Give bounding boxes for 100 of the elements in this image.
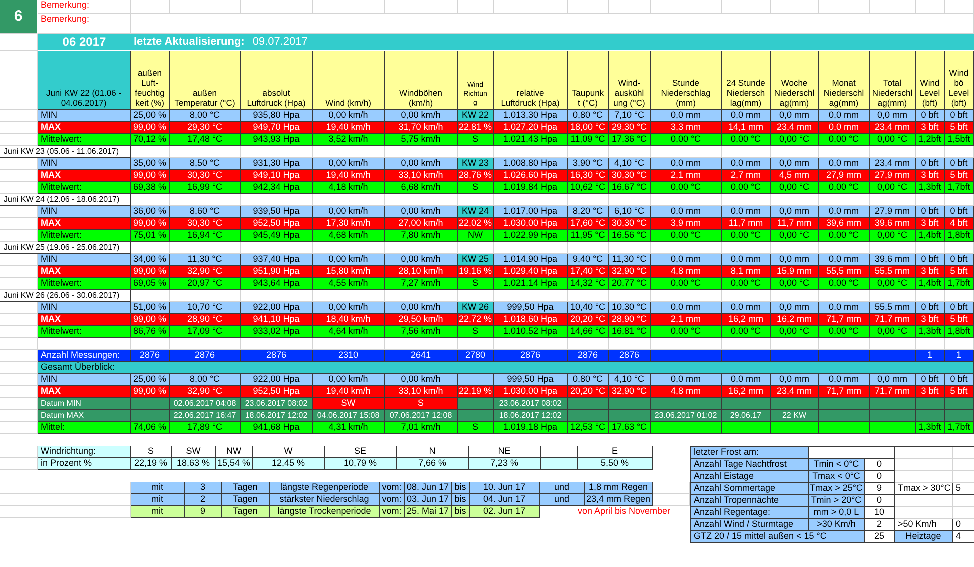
- row-label: MAX: [38, 266, 131, 278]
- table-cell: 18,63 %: [172, 458, 216, 470]
- empty-cell: [895, 495, 953, 507]
- table-cell: 9: [185, 506, 222, 518]
- table-cell: 0,00 °C: [819, 134, 870, 146]
- table-cell: [771, 350, 819, 362]
- table-cell: 5 bft: [945, 170, 974, 182]
- table-cell: 10,70 °C: [170, 302, 241, 314]
- table-cell: 1,8bft: [945, 326, 974, 338]
- table-cell: 952,50 Hpa: [241, 218, 313, 230]
- table-cell: 10. Jun 17: [470, 482, 540, 494]
- table-cell: [819, 350, 870, 362]
- table-cell: 0,80 °C: [568, 374, 609, 386]
- table-cell: [870, 350, 916, 362]
- table-cell: 933,02 Hpa: [241, 326, 313, 338]
- table-cell: Tagen: [222, 494, 270, 506]
- row-label: in Prozent %: [38, 458, 131, 470]
- table-cell: 0 bft: [916, 254, 945, 266]
- table-cell: 1,7bft: [945, 278, 974, 290]
- table-cell: 5: [953, 483, 974, 495]
- table-cell: 32,90 °C: [170, 386, 241, 398]
- table-cell: 1.017,00 Hpa: [494, 206, 568, 218]
- table-cell: 9: [865, 483, 895, 495]
- table-cell: 23,4 mm: [771, 386, 819, 398]
- table-cell: 0,00 °C: [651, 230, 722, 242]
- row-label: letzter Frost am:: [691, 447, 809, 459]
- table-cell: 16,81 °C: [609, 326, 651, 338]
- table-cell: 30,30 °C: [609, 218, 651, 230]
- table-cell: KW 23: [458, 158, 494, 170]
- table-cell: 0 bft: [945, 302, 974, 314]
- table-cell: KW 24: [458, 206, 494, 218]
- table-cell: 0,00 °C: [651, 182, 722, 194]
- column-header: Wind bö Level (bft): [945, 51, 974, 110]
- table-cell: 17,60 °C: [568, 218, 609, 230]
- table-cell: 0,00 °C: [722, 278, 771, 290]
- table-cell: 0,0 mm: [771, 206, 819, 218]
- table-cell: 5 bft: [945, 122, 974, 134]
- table-cell: 2876: [170, 350, 241, 362]
- table-cell: 1,4bft: [916, 230, 945, 242]
- row-label: GTZ 20 / 15 mittel außen < 15 °C: [691, 531, 865, 543]
- table-cell: 2: [185, 494, 222, 506]
- table-cell: 15,54 %: [216, 458, 253, 470]
- table-cell: 1.019,84 Hpa: [494, 182, 568, 194]
- table-cell: 949,70 Hpa: [241, 122, 313, 134]
- table-cell: 4,68 km/h: [313, 230, 385, 242]
- table-cell: S: [458, 278, 494, 290]
- table-cell: 28,10 km/h: [385, 266, 458, 278]
- table-cell: 2: [865, 519, 895, 531]
- table-cell: 0,00 °C: [819, 230, 870, 242]
- table-cell: 0 bft: [916, 206, 945, 218]
- table-cell: 2,1 mm: [651, 170, 722, 182]
- table-cell: 22,19 %: [131, 458, 172, 470]
- table-cell: 922,00 Hpa: [241, 374, 313, 386]
- table-cell: 32,90 °C: [170, 266, 241, 278]
- table-cell: 1,3bft: [916, 422, 945, 434]
- table-cell: 941,68 Hpa: [241, 422, 313, 434]
- table-cell: 0,00 °C: [722, 182, 771, 194]
- table-cell: 1.026,60 Hpa: [494, 170, 568, 182]
- table-cell: 04. Jun 17: [470, 494, 540, 506]
- empty-cell: [945, 0, 974, 14]
- table-cell: 5 bft: [945, 314, 974, 326]
- table-cell: vom:: [380, 482, 405, 494]
- table-cell: Tmax < 0°C: [809, 471, 865, 483]
- table-cell: S: [458, 134, 494, 146]
- table-cell: 18.06.2017 12:02: [494, 410, 568, 422]
- table-cell: 0,00 km/h: [385, 158, 458, 170]
- table-cell: 0,0 mm: [819, 374, 870, 386]
- table-cell: 27,9 mm: [819, 170, 870, 182]
- table-cell: 0,0 mm: [651, 302, 722, 314]
- table-cell: 17,09 °C: [170, 326, 241, 338]
- table-cell: 0,00 km/h: [313, 206, 385, 218]
- table-cell: 71,7 mm: [870, 314, 916, 326]
- table-cell: 0 bft: [916, 158, 945, 170]
- table-cell: >30 Km/h: [809, 519, 865, 531]
- table-cell: 952,50 Hpa: [241, 386, 313, 398]
- table-cell: 22 KW: [771, 410, 819, 422]
- table-cell: [722, 350, 771, 362]
- table-cell: 0,0 mm: [722, 374, 771, 386]
- row-label: MAX: [38, 218, 131, 230]
- empty-cell: [651, 0, 722, 14]
- table-cell: 0 bft: [945, 110, 974, 122]
- table-cell: 0 bft: [945, 254, 974, 266]
- row-label: Mittelwert:: [38, 134, 131, 146]
- table-cell: 1,3bft: [916, 182, 945, 194]
- table-cell: [722, 398, 771, 410]
- table-cell: 0,0 mm: [722, 158, 771, 170]
- table-cell: [771, 422, 819, 434]
- table-cell: 15,9 mm: [771, 266, 819, 278]
- table-cell: 0,0 mm: [870, 374, 916, 386]
- table-cell: bis: [452, 494, 470, 506]
- table-cell: SW: [313, 398, 385, 410]
- table-cell: 8,20 °C: [568, 206, 609, 218]
- table-cell: 0,0 mm: [771, 158, 819, 170]
- table-cell: 23,4 mm: [870, 158, 916, 170]
- table-cell: 10,40 °C: [568, 302, 609, 314]
- empty-cell: [568, 0, 609, 14]
- table-cell: 71,7 mm: [819, 386, 870, 398]
- row-label: Anzahl Messungen:: [38, 350, 131, 362]
- table-cell: Heiztage: [895, 531, 953, 543]
- table-cell: 0,0 mm: [771, 110, 819, 122]
